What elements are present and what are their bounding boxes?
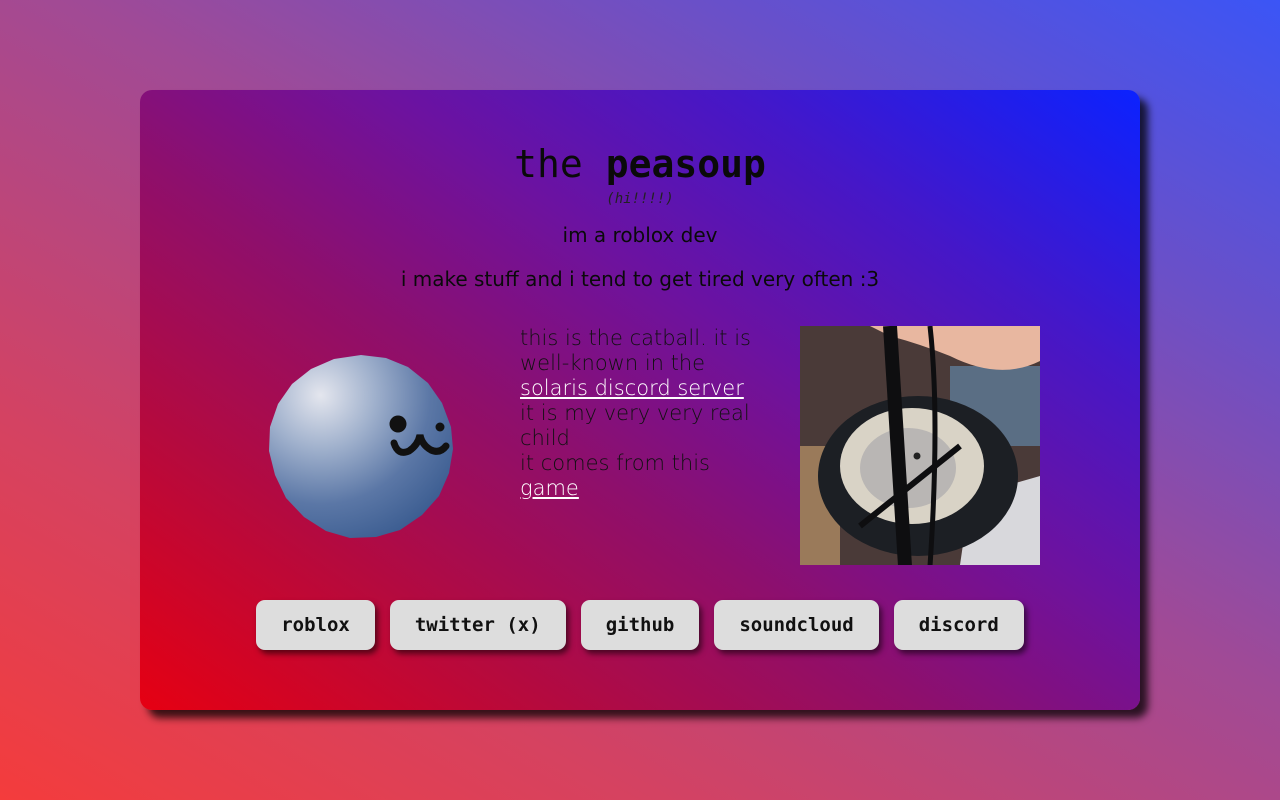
catball-photo xyxy=(800,326,1040,565)
github-button[interactable]: github xyxy=(580,600,700,650)
title-plain: the xyxy=(514,142,583,186)
intro-line-1: im a roblox dev xyxy=(562,223,718,247)
profile-card: the peasoup (hi!!!!) im a roblox dev i m… xyxy=(140,90,1140,710)
solaris-server-link[interactable]: solaris discord server xyxy=(520,376,744,400)
catball-text-origin: it comes from this xyxy=(520,451,710,475)
game-link[interactable]: game xyxy=(520,476,579,500)
catball-text-intro: this is the catball. it is well-known in… xyxy=(520,326,751,375)
catball-image xyxy=(269,355,453,538)
roblox-button[interactable]: roblox xyxy=(256,600,375,650)
twitter-button[interactable]: twitter (x) xyxy=(389,600,566,650)
catball-text-child: it is my very very real child xyxy=(520,401,750,450)
social-links: roblox twitter (x) github soundcloud dis… xyxy=(140,600,1140,650)
intro-line-2: i make stuff and i tend to get tired ver… xyxy=(400,267,880,291)
discord-button[interactable]: discord xyxy=(893,600,1024,650)
soundcloud-button[interactable]: soundcloud xyxy=(714,600,879,650)
title-bold: peasoup xyxy=(605,142,766,186)
page-subtitle: (hi!!!!) xyxy=(606,191,674,207)
catball-description: this is the catball. it is well-known in… xyxy=(520,326,770,501)
page-title: the peasoup xyxy=(140,142,1140,186)
